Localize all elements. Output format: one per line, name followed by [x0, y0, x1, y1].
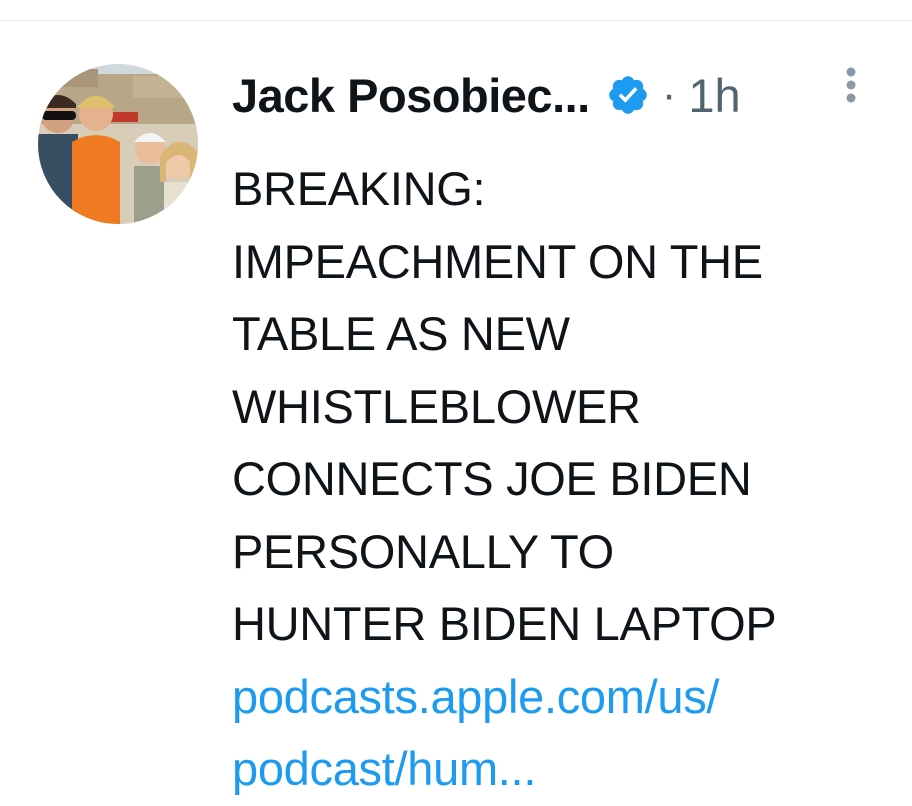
- tweet-text-line: CONNECTS JOE BIDEN: [232, 452, 752, 505]
- tweet-text-line: HUNTER BIDEN LAPTOP: [232, 597, 777, 650]
- tweet-text-line: TABLE AS NEW: [232, 307, 570, 360]
- tweet-text-line: WHISTLEBLOWER: [232, 379, 641, 433]
- header-separator: ·: [661, 70, 677, 119]
- author-avatar[interactable]: [38, 64, 198, 224]
- tweet-text-line: BREAKING:: [232, 162, 486, 215]
- more-vertical-icon: [846, 67, 856, 103]
- author-display-name[interactable]: Jack Posobiec...: [232, 68, 590, 123]
- tweet-text: BREAKING: IMPEACHMENT ON THE TABLE AS NE…: [232, 153, 872, 806]
- tweet-text-line: PERSONALLY TO: [232, 524, 614, 578]
- tweet-link-line[interactable]: podcast/hum...: [232, 733, 872, 806]
- tweet-card[interactable]: Jack Posobiec... · 1h BREAKING: IMPEACHM…: [0, 21, 912, 800]
- tweet-header: Jack Posobiec... · 1h: [232, 67, 741, 123]
- more-options-button[interactable]: [840, 65, 862, 113]
- tweet-text-line: IMPEACHMENT ON THE: [232, 234, 763, 288]
- avatar-photo-icon: [38, 64, 198, 224]
- tweet-link-line[interactable]: podcasts.apple.com/us/: [232, 661, 872, 734]
- tweet-timestamp[interactable]: 1h: [688, 68, 740, 123]
- verified-badge-icon: [606, 73, 650, 117]
